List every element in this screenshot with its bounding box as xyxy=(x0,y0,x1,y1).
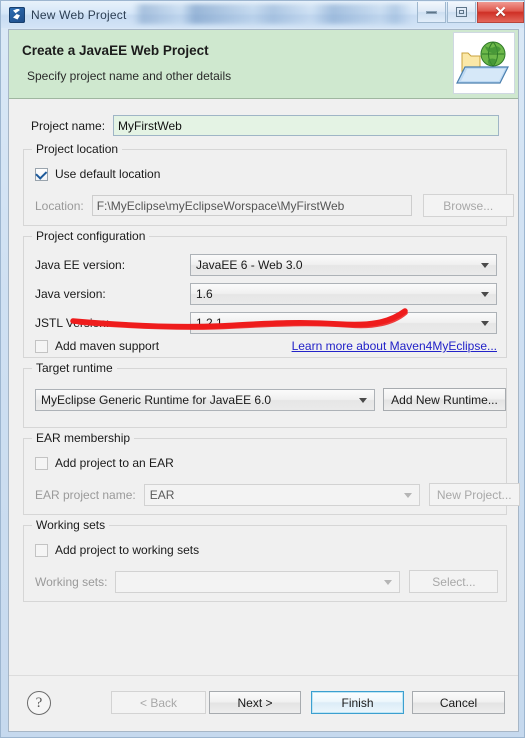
cancel-button[interactable]: Cancel xyxy=(412,691,505,714)
target-runtime-value: MyEclipse Generic Runtime for JavaEE 6.0 xyxy=(41,392,272,407)
jstl-version-combo[interactable]: 1.2.1 xyxy=(190,312,497,334)
next-button[interactable]: Next > xyxy=(209,691,301,714)
new-project-button[interactable]: New Project... xyxy=(428,483,520,506)
select-button[interactable]: Select... xyxy=(409,570,499,593)
ear-membership-legend: EAR membership xyxy=(32,431,135,445)
dialog-window: New Web Project ✕ Create a JavaEE Web Pr… xyxy=(0,0,525,738)
back-button[interactable]: < Back xyxy=(111,691,206,714)
location-row: Location: Browse... xyxy=(35,194,514,217)
project-name-input[interactable] xyxy=(113,115,499,136)
java-ee-version-value: JavaEE 6 - Web 3.0 xyxy=(196,258,303,272)
dialog-content: Project name: Project location Use defau… xyxy=(9,99,520,731)
help-icon[interactable]: ? xyxy=(27,691,51,715)
working-sets-label: Working sets: xyxy=(35,574,108,589)
add-project-to-working-sets-label: Add project to working sets xyxy=(55,543,200,557)
add-project-to-working-sets-checkbox[interactable] xyxy=(35,543,48,557)
banner-title: Create a JavaEE Web Project xyxy=(22,43,209,58)
chevron-down-icon xyxy=(481,263,489,268)
chevron-down-icon xyxy=(359,397,367,403)
project-location-group: Project location Use default location Lo… xyxy=(23,142,514,226)
finish-button[interactable]: Finish xyxy=(311,691,404,714)
title-bar: New Web Project ✕ xyxy=(1,1,524,28)
project-configuration-group: Project configuration Java EE version: J… xyxy=(23,229,507,358)
project-name-label: Project name: xyxy=(31,118,106,133)
chevron-down-icon xyxy=(481,321,489,326)
location-input[interactable] xyxy=(91,195,412,216)
jstl-version-value: 1.2.1 xyxy=(196,316,223,330)
working-sets-group: Working sets Add project to working sets… xyxy=(23,518,507,602)
maven4myeclipse-link[interactable]: Learn more about Maven4MyEclipse... xyxy=(292,339,497,353)
java-ee-version-label: Java EE version: xyxy=(35,258,126,272)
dialog-button-bar: ? < Back Next > Finish Cancel xyxy=(9,675,518,731)
target-runtime-legend: Target runtime xyxy=(32,361,117,375)
ear-project-name-value: EAR xyxy=(149,487,175,502)
project-location-legend: Project location xyxy=(32,142,123,156)
java-version-label: Java version: xyxy=(35,287,106,301)
minimize-icon xyxy=(426,10,437,14)
use-default-location-row[interactable]: Use default location xyxy=(35,167,160,181)
add-new-runtime-button[interactable]: Add New Runtime... xyxy=(383,388,506,411)
target-runtime-row: MyEclipse Generic Runtime for JavaEE 6.0… xyxy=(35,388,506,411)
browse-button[interactable]: Browse... xyxy=(422,194,514,217)
use-default-location-checkbox[interactable] xyxy=(35,167,48,181)
maven-row: Add maven support Learn more about Maven… xyxy=(35,339,497,353)
java-version-combo[interactable]: 1.6 xyxy=(190,283,497,305)
web-folder-globe-icon xyxy=(453,32,515,94)
ear-project-name-label: EAR project name: xyxy=(35,487,136,502)
window-controls: ✕ xyxy=(417,2,524,23)
java-ee-version-row: Java EE version: JavaEE 6 - Web 3.0 xyxy=(35,254,497,276)
working-sets-combo[interactable] xyxy=(115,570,401,593)
java-version-row: Java version: 1.6 xyxy=(35,283,497,305)
close-icon: ✕ xyxy=(494,3,507,21)
jstl-version-label: JSTL Version: xyxy=(35,316,110,330)
use-default-location-label: Use default location xyxy=(55,167,161,181)
add-project-to-ear-checkbox[interactable] xyxy=(35,456,48,470)
project-name-row: Project name: xyxy=(31,115,499,136)
banner-subtitle: Specify project name and other details xyxy=(27,69,232,83)
location-label: Location: xyxy=(35,198,84,213)
working-sets-row: Working sets: Select... xyxy=(35,570,499,593)
restore-icon xyxy=(456,7,467,17)
add-maven-support-label: Add maven support xyxy=(55,339,160,353)
chevron-down-icon xyxy=(384,579,393,585)
myeclipse-icon xyxy=(9,6,25,23)
add-project-to-ear-label: Add project to an EAR xyxy=(55,456,174,470)
target-runtime-group: Target runtime MyEclipse Generic Runtime… xyxy=(23,361,507,428)
project-configuration-legend: Project configuration xyxy=(32,229,150,243)
add-to-ear-row[interactable]: Add project to an EAR xyxy=(35,456,174,470)
wizard-banner: Create a JavaEE Web Project Specify proj… xyxy=(9,30,518,99)
target-runtime-combo[interactable]: MyEclipse Generic Runtime for JavaEE 6.0 xyxy=(35,388,375,411)
jstl-version-row: JSTL Version: 1.2.1 xyxy=(35,312,497,334)
chevron-down-icon xyxy=(403,492,412,498)
add-to-working-sets-row[interactable]: Add project to working sets xyxy=(35,543,199,557)
add-maven-support-checkbox[interactable] xyxy=(35,339,48,353)
wizard-buttons: < Back Next > Finish Cancel xyxy=(111,691,505,714)
java-version-value: 1.6 xyxy=(196,287,213,301)
ear-project-name-row: EAR project name: EAR New Project... xyxy=(35,483,520,506)
ear-membership-group: EAR membership Add project to an EAR EAR… xyxy=(23,431,520,515)
restore-button[interactable] xyxy=(447,2,476,23)
java-ee-version-combo[interactable]: JavaEE 6 - Web 3.0 xyxy=(190,254,497,276)
dialog-body: Create a JavaEE Web Project Specify proj… xyxy=(8,29,520,732)
working-sets-legend: Working sets xyxy=(32,518,110,532)
ear-project-name-combo[interactable]: EAR xyxy=(143,483,420,506)
close-button[interactable]: ✕ xyxy=(477,2,524,23)
window-title: New Web Project xyxy=(31,7,127,22)
minimize-button[interactable] xyxy=(417,2,446,23)
chevron-down-icon xyxy=(481,292,489,297)
title-bar-blur-region xyxy=(133,4,411,24)
